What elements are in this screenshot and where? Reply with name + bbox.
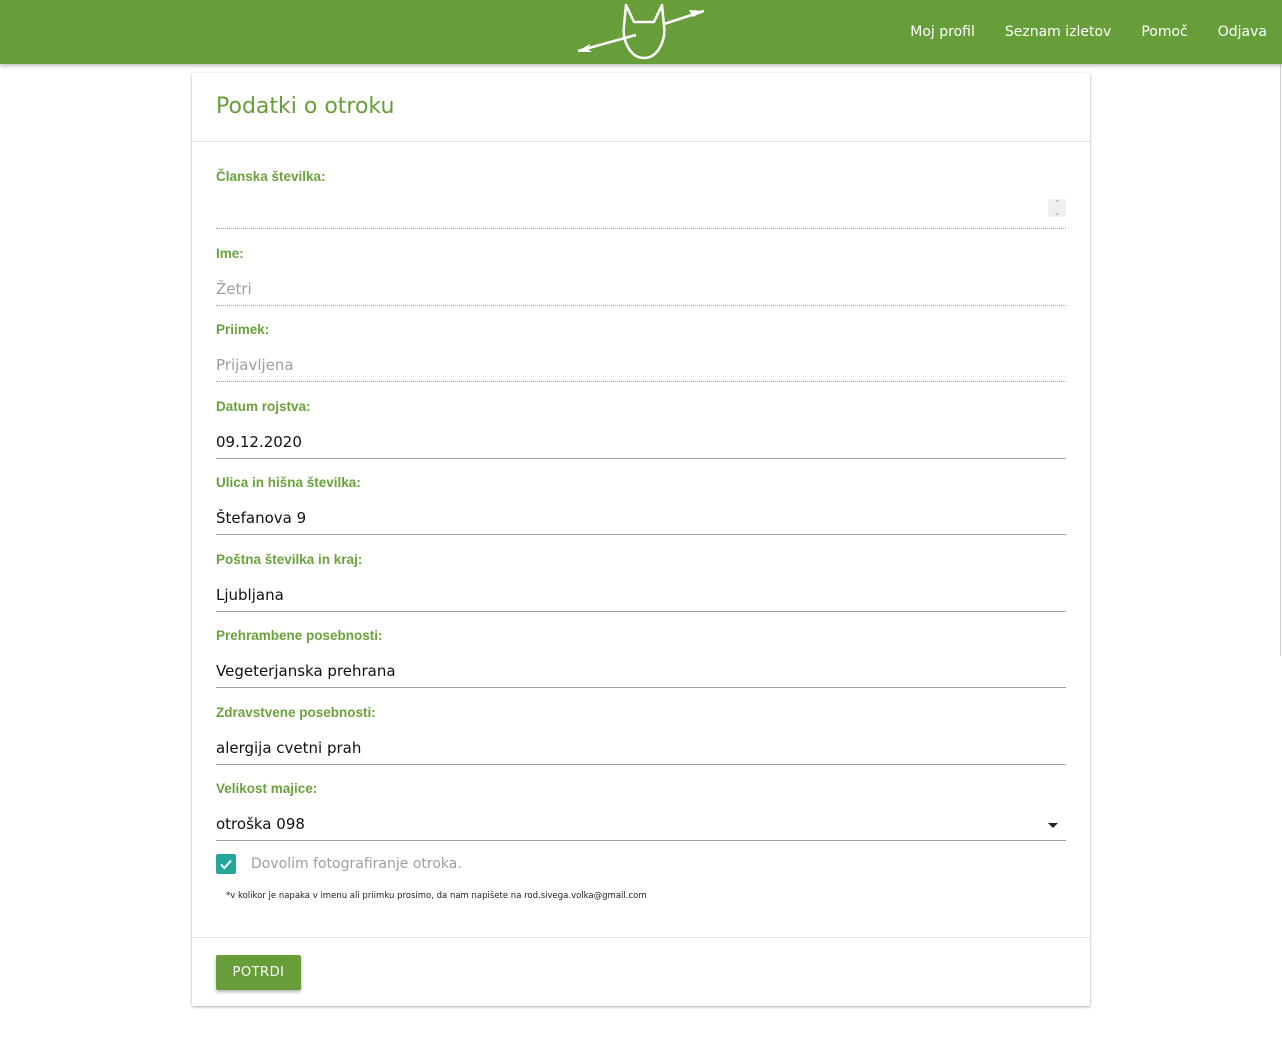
- last-name-input: [216, 348, 1066, 382]
- card-footer: POTRDI: [192, 937, 1090, 1007]
- name-error-note: *v kolikor je napaka v imenu ali priimku…: [226, 891, 647, 901]
- street-label: Ulica in hišna številka:: [216, 475, 361, 490]
- birth-date-label: Datum rojstva:: [216, 399, 311, 414]
- postal-label: Poštna številka in kraj:: [216, 552, 363, 567]
- first-name-field: Ime:: [216, 246, 1066, 311]
- nav-link-odjava[interactable]: Odjava: [1218, 24, 1267, 40]
- dietary-label: Prehrambene posebnosti:: [216, 628, 383, 643]
- health-input[interactable]: [216, 731, 1066, 765]
- first-name-input: [216, 272, 1066, 306]
- dietary-input[interactable]: [216, 654, 1066, 688]
- shirt-size-select[interactable]: [216, 807, 1066, 841]
- dropdown-arrow-icon[interactable]: [1048, 823, 1058, 828]
- photo-consent-row: Dovolim fotografiranje otroka.: [216, 854, 616, 876]
- number-spinner-icon[interactable]: ⌃ ⌄: [1048, 199, 1066, 217]
- street-field: Ulica in hišna številka:: [216, 475, 1066, 540]
- checkmark-icon: [220, 859, 232, 870]
- health-label: Zdravstvene posebnosti:: [216, 705, 376, 720]
- street-input[interactable]: [216, 501, 1066, 535]
- last-name-label: Priimek:: [216, 322, 270, 337]
- health-field: Zdravstvene posebnosti:: [216, 705, 1066, 770]
- shirt-size-field: Velikost majice:: [216, 781, 1066, 846]
- nav-link-pomoc[interactable]: Pomoč: [1141, 24, 1187, 40]
- scrollbar-track[interactable]: [1280, 64, 1281, 656]
- photo-consent-label[interactable]: Dovolim fotografiranje otroka.: [251, 856, 462, 872]
- confirm-button[interactable]: POTRDI: [216, 955, 301, 990]
- member-number-input[interactable]: [216, 195, 1066, 229]
- child-data-card: Podatki o otroku Članska številka: ⌃ ⌄ Im…: [192, 73, 1090, 1006]
- nav-links: Moj profil Seznam izletov Pomoč Odjava: [880, 0, 1267, 64]
- member-number-label: Članska številka:: [216, 169, 326, 184]
- nav-link-moj-profil[interactable]: Moj profil: [910, 24, 975, 40]
- birth-date-field: Datum rojstva:: [216, 399, 1066, 464]
- page-title: Podatki o otroku: [216, 94, 395, 119]
- shirt-size-label: Velikost majice:: [216, 781, 318, 796]
- postal-field: Poštna številka in kraj:: [216, 552, 1066, 617]
- member-number-field: Članska številka: ⌃ ⌄: [216, 169, 1066, 234]
- card-header: Podatki o otroku: [192, 73, 1090, 142]
- nav-link-seznam-izletov[interactable]: Seznam izletov: [1005, 24, 1111, 40]
- dietary-field: Prehrambene posebnosti:: [216, 628, 1066, 693]
- birth-date-input[interactable]: [216, 425, 1066, 459]
- last-name-field: Priimek:: [216, 322, 1066, 387]
- postal-input[interactable]: [216, 578, 1066, 612]
- first-name-label: Ime:: [216, 246, 244, 261]
- top-navbar: Moj profil Seznam izletov Pomoč Odjava: [0, 0, 1282, 64]
- photo-consent-checkbox[interactable]: [216, 854, 236, 874]
- wolf-arrow-logo-icon[interactable]: [576, 2, 708, 62]
